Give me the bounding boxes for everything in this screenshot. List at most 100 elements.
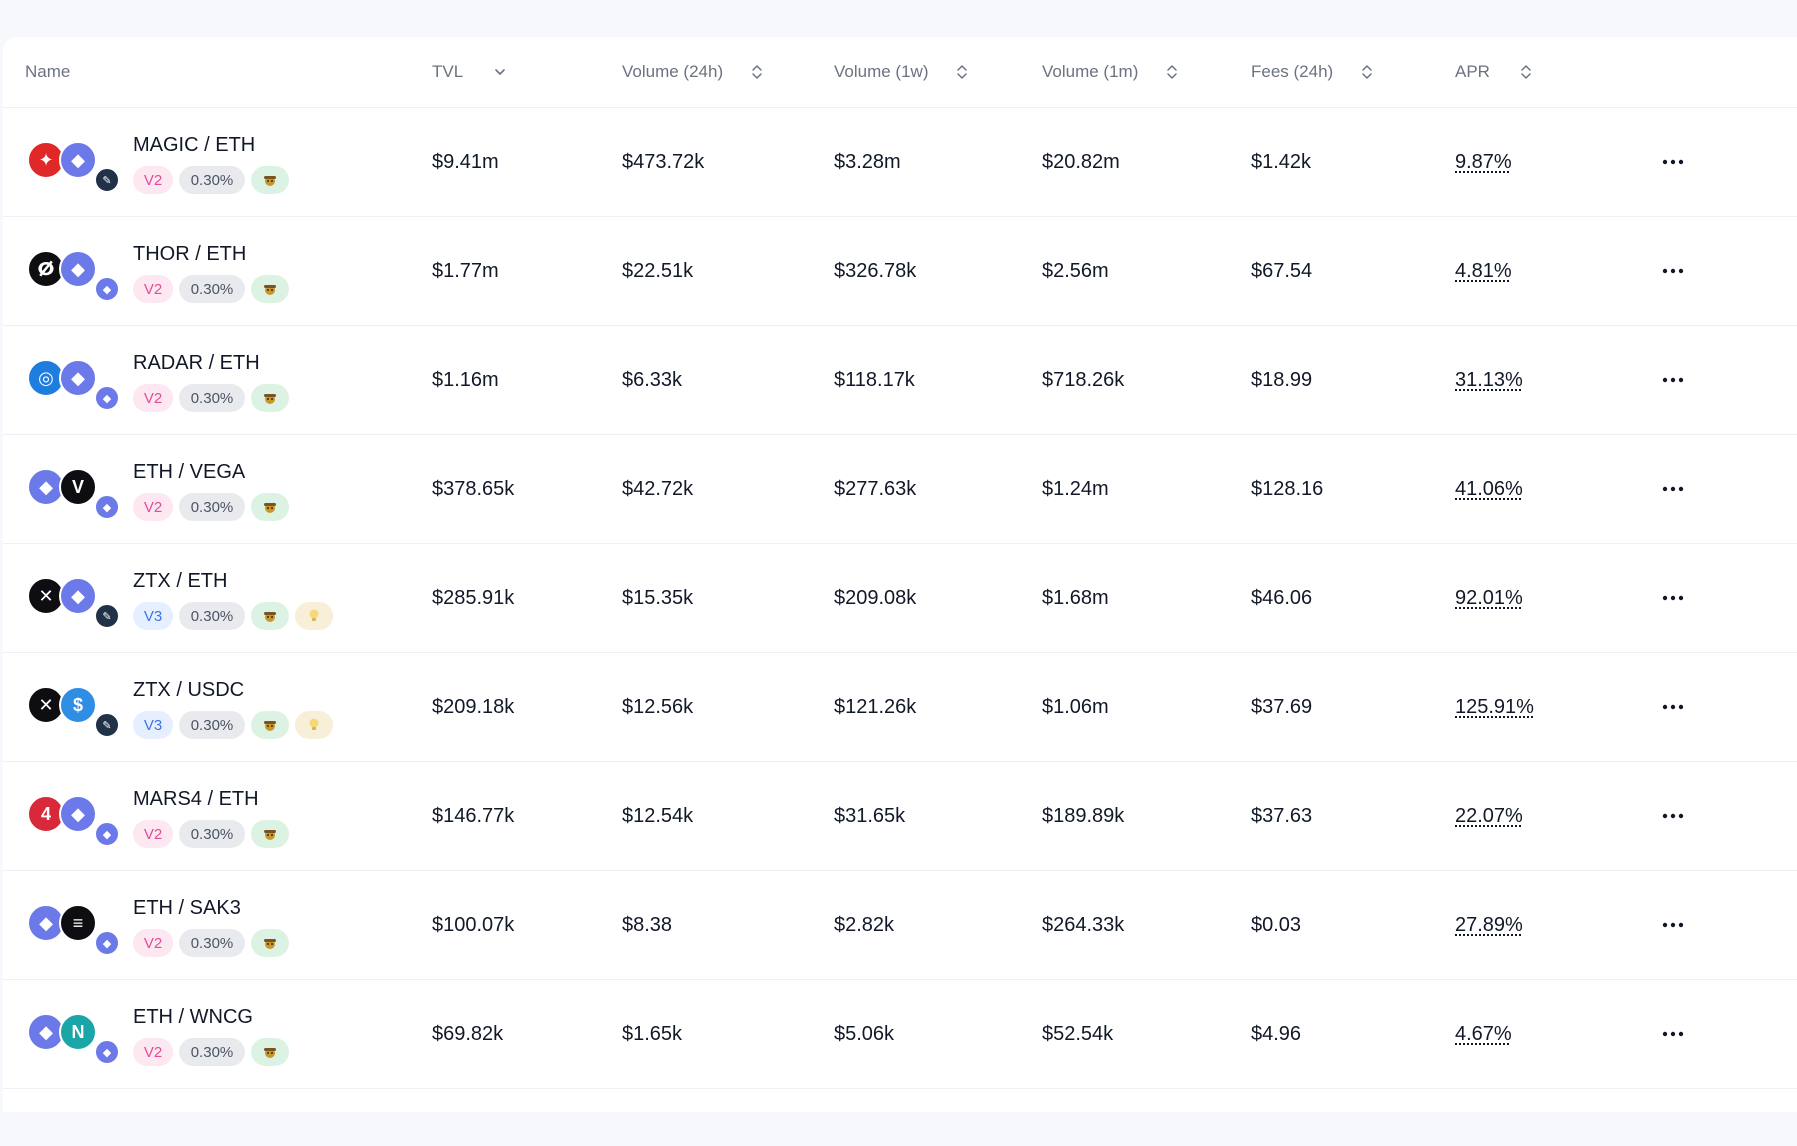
volume-1m-value: $1.24m <box>1042 477 1109 500</box>
header-vol1w-label: Volume (1w) <box>834 62 929 81</box>
tvl-value: $100.07k <box>432 913 515 936</box>
more-options-icon[interactable] <box>1651 217 1695 325</box>
pair-name[interactable]: ETH / SAK3 <box>133 897 241 920</box>
more-options-icon[interactable] <box>1651 544 1695 652</box>
header-apr[interactable]: APR <box>1455 37 1532 107</box>
more-options-icon[interactable] <box>1651 653 1695 761</box>
fees-24h-value: $18.99 <box>1251 368 1313 391</box>
apr-value[interactable]: 31.13% <box>1455 326 1523 434</box>
apr-text[interactable]: 31.13% <box>1455 369 1523 392</box>
apr-value[interactable]: 27.89% <box>1455 871 1523 979</box>
version-badge: V2 <box>133 166 173 194</box>
pair-name[interactable]: ZTX / USDC <box>133 679 244 702</box>
table-row[interactable]: ◆ ≡ ◆ ETH / SAK3 V2 0.30% $100.07k $8.38… <box>3 871 1797 980</box>
tvl-value: $9.41m <box>432 150 499 173</box>
header-vol1m-label: Volume (1m) <box>1042 62 1139 81</box>
volume-1w-value: $5.06k <box>834 1022 895 1045</box>
volume-1m-value: $20.82m <box>1042 150 1120 173</box>
table-row[interactable]: ◆ N ◆ ETH / WNCG V2 0.30% $69.82k $1.65k… <box>3 980 1797 1089</box>
apr-text[interactable]: 27.89% <box>1455 914 1523 937</box>
header-tvl[interactable]: TVL <box>432 37 507 107</box>
more-options-icon[interactable] <box>1651 435 1695 543</box>
apr-value[interactable]: 22.07% <box>1455 762 1523 870</box>
apr-text[interactable]: 22.07% <box>1455 805 1523 828</box>
table-row[interactable]: ✦ ◆ ✎ MAGIC / ETH V2 0.30% $9.41m $473.7… <box>3 108 1797 217</box>
sort-icon[interactable] <box>1361 63 1373 81</box>
sort-icon[interactable] <box>1166 63 1178 81</box>
pool-badges: V2 0.30% <box>133 1038 289 1066</box>
apr-value[interactable]: 4.67% <box>1455 980 1512 1088</box>
header-name: Name <box>25 37 70 107</box>
apr-text[interactable]: 9.87% <box>1455 151 1512 174</box>
sort-icon[interactable] <box>751 63 763 81</box>
volume-1w-value: $326.78k <box>834 259 917 282</box>
volume-1m-value: $1.68m <box>1042 586 1109 609</box>
apr-text[interactable]: 125.91% <box>1455 696 1534 719</box>
token-pair-logos: ◆ V ◆ <box>27 468 123 520</box>
pair-name[interactable]: ZTX / ETH <box>133 570 227 593</box>
fees-24h-value: $37.69 <box>1251 695 1313 718</box>
tvl-value: $146.77k <box>432 804 515 827</box>
volume-1w-value: $121.26k <box>834 695 917 718</box>
sort-icon[interactable] <box>956 63 968 81</box>
sort-desc-icon[interactable] <box>493 65 507 79</box>
version-badge: V3 <box>133 711 173 739</box>
volume-24h-value: $22.51k <box>622 259 694 282</box>
wncg-token-icon: N <box>59 1013 97 1051</box>
pair-name[interactable]: RADAR / ETH <box>133 352 260 375</box>
apr-value[interactable]: 4.81% <box>1455 217 1512 325</box>
pair-name[interactable]: MARS4 / ETH <box>133 788 259 811</box>
tvl-value: $69.82k <box>432 1022 504 1045</box>
fees-24h-value: $4.96 <box>1251 1022 1302 1045</box>
apr-text[interactable]: 92.01% <box>1455 587 1523 610</box>
header-fees24h[interactable]: Fees (24h) <box>1251 37 1373 107</box>
header-vol1w[interactable]: Volume (1w) <box>834 37 968 107</box>
ethereum-chain-icon: ◆ <box>94 930 120 956</box>
apr-value[interactable]: 9.87% <box>1455 108 1512 216</box>
tvl-value: $209.18k <box>432 695 515 718</box>
pair-name[interactable]: MAGIC / ETH <box>133 134 255 157</box>
volume-1m-value: $2.56m <box>1042 259 1109 282</box>
header-vol1m[interactable]: Volume (1m) <box>1042 37 1178 107</box>
table-row[interactable]: ⵁ ◆ ◆ THOR / ETH V2 0.30% $1.77m $22.51k… <box>3 217 1797 326</box>
version-badge: V2 <box>133 1038 173 1066</box>
pair-name[interactable]: ETH / VEGA <box>133 461 245 484</box>
pair-name[interactable]: ETH / WNCG <box>133 1006 253 1029</box>
pool-badges: V3 0.30% <box>133 711 333 739</box>
more-options-icon[interactable] <box>1651 762 1695 870</box>
table-header: Name TVL Volume (24h) Volume (1w) Volume… <box>3 37 1797 108</box>
token-pair-logos: ✕ $ ✎ <box>27 686 123 738</box>
apr-text[interactable]: 4.81% <box>1455 260 1512 283</box>
apr-value[interactable]: 41.06% <box>1455 435 1523 543</box>
volume-24h-value: $12.56k <box>622 695 694 718</box>
sak3-token-icon: ≡ <box>59 904 97 942</box>
pools-table: Name TVL Volume (24h) Volume (1w) Volume… <box>3 37 1797 1112</box>
apr-value[interactable]: 92.01% <box>1455 544 1523 652</box>
ethereum-chain-icon: ◆ <box>94 821 120 847</box>
table-row[interactable]: ✕ ◆ ✎ ZTX / ETH V3 0.30% $285.91k $15.35… <box>3 544 1797 653</box>
more-options-icon[interactable] <box>1651 326 1695 434</box>
version-badge: V3 <box>133 602 173 630</box>
table-row[interactable]: ◎ ◆ ◆ RADAR / ETH V2 0.30% $1.16m $6.33k… <box>3 326 1797 435</box>
table-row[interactable]: ◆ V ◆ ETH / VEGA V2 0.30% $378.65k $42.7… <box>3 435 1797 544</box>
apr-text[interactable]: 4.67% <box>1455 1023 1512 1046</box>
more-options-icon[interactable] <box>1651 980 1695 1088</box>
apr-value[interactable]: 125.91% <box>1455 653 1534 761</box>
fee-tier-badge: 0.30% <box>179 493 245 521</box>
table-row[interactable]: 4 ◆ ◆ MARS4 / ETH V2 0.30% $146.77k $12.… <box>3 762 1797 871</box>
more-options-icon[interactable] <box>1651 871 1695 979</box>
header-vol24h[interactable]: Volume (24h) <box>622 37 763 107</box>
table-row[interactable]: ✕ $ ✎ ZTX / USDC V3 0.30% $209.18k $12.5… <box>3 653 1797 762</box>
apr-text[interactable]: 41.06% <box>1455 478 1523 501</box>
fee-tier-badge: 0.30% <box>179 275 245 303</box>
tvl-value: $285.91k <box>432 586 515 609</box>
more-options-icon[interactable] <box>1651 108 1695 216</box>
version-badge: V2 <box>133 493 173 521</box>
sort-icon[interactable] <box>1520 63 1532 81</box>
volume-1m-value: $718.26k <box>1042 368 1125 391</box>
pair-name[interactable]: THOR / ETH <box>133 243 246 266</box>
volume-24h-value: $6.33k <box>622 368 683 391</box>
fees-24h-value: $67.54 <box>1251 259 1313 282</box>
token-pair-logos: ✦ ◆ ✎ <box>27 141 123 193</box>
farm-icon <box>251 820 289 848</box>
